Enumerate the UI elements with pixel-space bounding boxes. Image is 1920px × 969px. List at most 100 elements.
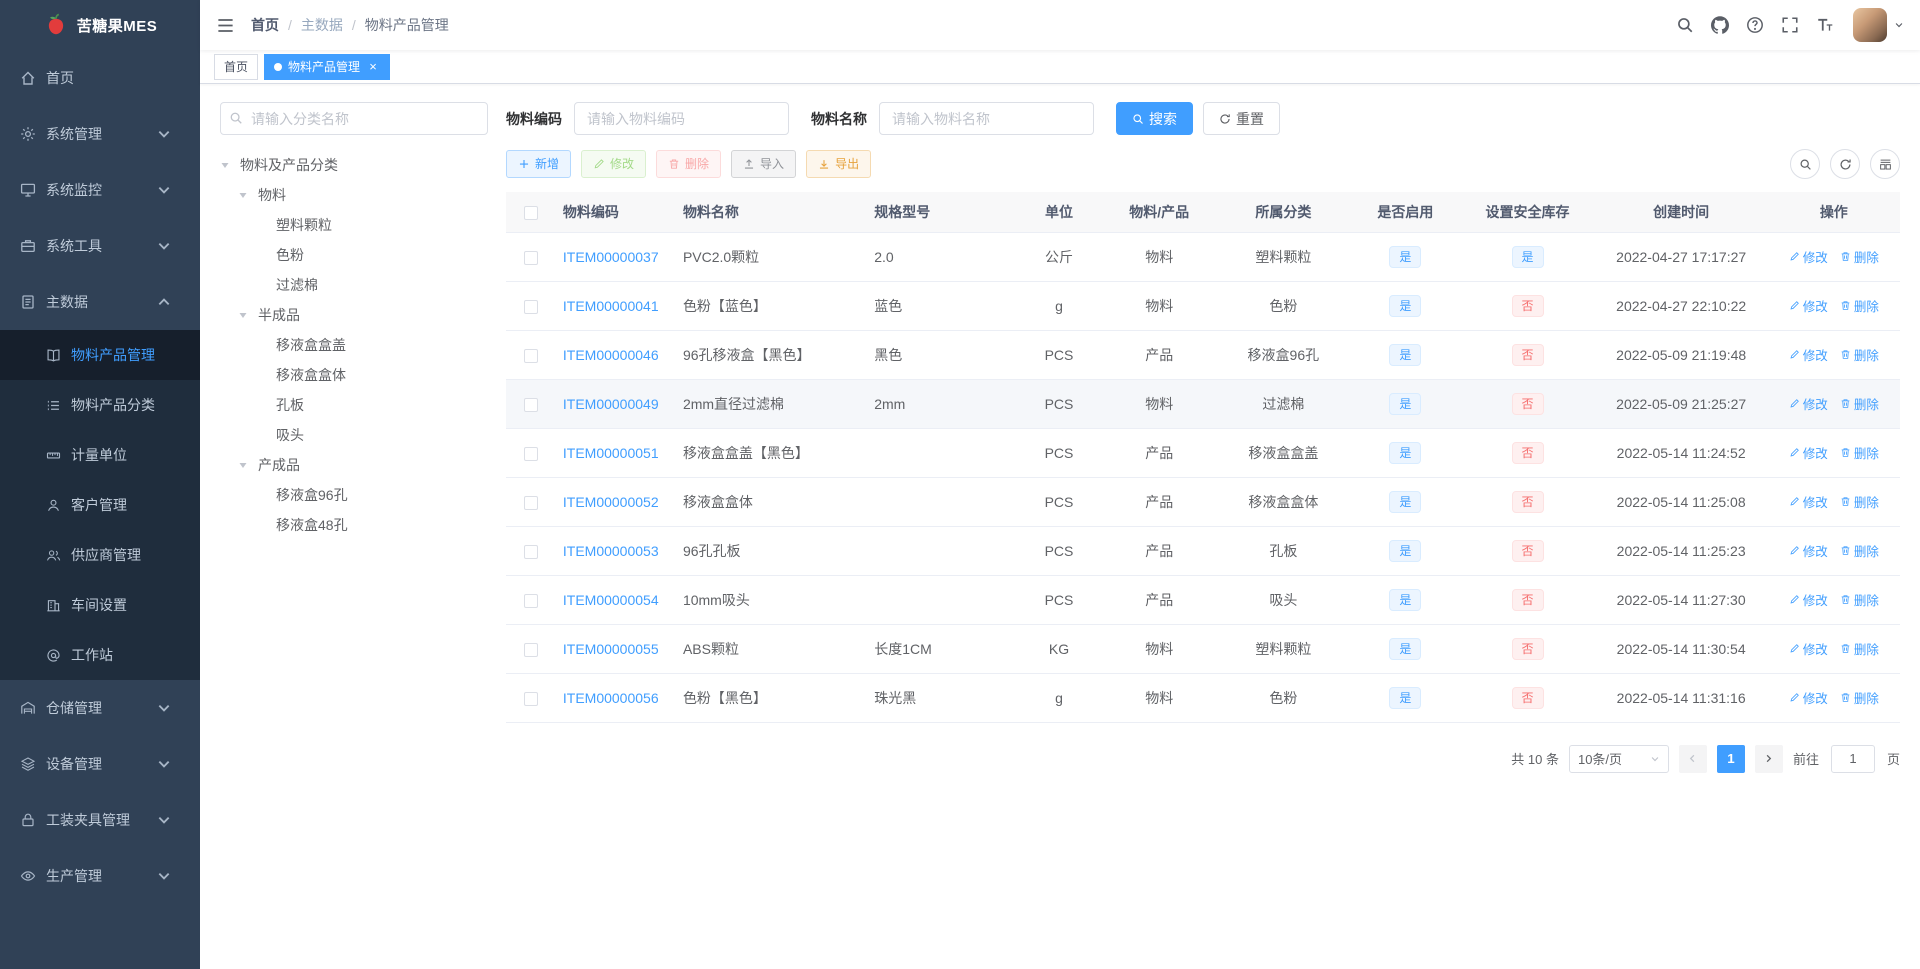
sidebar-subitem[interactable]: 物料产品分类 bbox=[0, 380, 200, 430]
enabled-badge[interactable]: 是 bbox=[1389, 588, 1422, 611]
material-code-link[interactable]: ITEM00000052 bbox=[563, 494, 659, 510]
row-edit-link[interactable]: 修改 bbox=[1789, 590, 1828, 609]
refresh-table-button[interactable] bbox=[1830, 149, 1860, 179]
safety-stock-badge[interactable]: 否 bbox=[1511, 539, 1544, 562]
import-button[interactable]: 导入 bbox=[731, 150, 797, 178]
row-edit-link[interactable]: 修改 bbox=[1789, 492, 1828, 511]
select-all-checkbox[interactable] bbox=[524, 205, 539, 220]
tree-node[interactable]: 物料 bbox=[220, 180, 488, 210]
row-delete-link[interactable]: 删除 bbox=[1840, 443, 1879, 462]
breadcrumb-item[interactable]: 主数据 bbox=[301, 15, 343, 35]
safety-stock-badge[interactable]: 否 bbox=[1511, 686, 1544, 709]
row-checkbox[interactable] bbox=[524, 348, 539, 363]
avatar[interactable] bbox=[1853, 8, 1887, 42]
breadcrumb-item[interactable]: 首页 bbox=[251, 15, 279, 35]
row-checkbox[interactable] bbox=[524, 691, 539, 706]
material-name-input[interactable] bbox=[879, 102, 1094, 135]
toggle-search-button[interactable] bbox=[1790, 149, 1820, 179]
tree-caret-icon[interactable] bbox=[238, 189, 258, 201]
safety-stock-badge[interactable]: 否 bbox=[1511, 588, 1544, 611]
sidebar-item[interactable]: 系统工具 bbox=[0, 218, 200, 274]
row-delete-link[interactable]: 删除 bbox=[1840, 394, 1879, 413]
sidebar-subitem[interactable]: 计量单位 bbox=[0, 430, 200, 480]
prev-page-button[interactable] bbox=[1678, 744, 1707, 773]
search-button[interactable]: 搜索 bbox=[1116, 102, 1193, 135]
next-page-button[interactable] bbox=[1754, 744, 1783, 773]
row-checkbox[interactable] bbox=[524, 642, 539, 657]
row-edit-link[interactable]: 修改 bbox=[1789, 345, 1828, 364]
sidebar-item[interactable]: 系统管理 bbox=[0, 106, 200, 162]
help-icon[interactable] bbox=[1746, 16, 1764, 34]
font-size-icon[interactable] bbox=[1816, 16, 1834, 34]
material-code-link[interactable]: ITEM00000056 bbox=[563, 690, 659, 706]
tree-caret-icon[interactable] bbox=[220, 159, 240, 171]
tree-node[interactable]: 移液盒盒盖 bbox=[220, 330, 488, 360]
sidebar-item[interactable]: 设备管理 bbox=[0, 736, 200, 792]
material-code-input[interactable] bbox=[574, 102, 789, 135]
safety-stock-badge[interactable]: 否 bbox=[1511, 343, 1544, 366]
row-checkbox[interactable] bbox=[524, 593, 539, 608]
row-delete-link[interactable]: 删除 bbox=[1840, 296, 1879, 315]
view-tab[interactable]: 物料产品管理 × bbox=[264, 53, 391, 80]
row-delete-link[interactable]: 删除 bbox=[1840, 492, 1879, 511]
material-code-link[interactable]: ITEM00000054 bbox=[563, 592, 659, 608]
sidebar-subitem[interactable]: 供应商管理 bbox=[0, 530, 200, 580]
row-checkbox[interactable] bbox=[524, 250, 539, 265]
tree-node[interactable]: 物料及产品分类 bbox=[220, 150, 488, 180]
enabled-badge[interactable]: 是 bbox=[1389, 343, 1422, 366]
columns-toggle-button[interactable] bbox=[1870, 149, 1900, 179]
hamburger-icon[interactable] bbox=[216, 16, 235, 35]
safety-stock-badge[interactable]: 否 bbox=[1511, 294, 1544, 317]
tree-node[interactable]: 移液盒盒体 bbox=[220, 360, 488, 390]
github-icon[interactable] bbox=[1711, 16, 1729, 34]
enabled-badge[interactable]: 是 bbox=[1389, 539, 1422, 562]
row-edit-link[interactable]: 修改 bbox=[1789, 247, 1828, 266]
row-delete-link[interactable]: 删除 bbox=[1840, 688, 1879, 707]
safety-stock-badge[interactable]: 否 bbox=[1511, 637, 1544, 660]
row-delete-link[interactable]: 删除 bbox=[1840, 345, 1879, 364]
tree-node[interactable]: 产成品 bbox=[220, 450, 488, 480]
edit-button[interactable]: 修改 bbox=[581, 150, 647, 178]
category-search-input[interactable] bbox=[220, 102, 488, 135]
row-delete-link[interactable]: 删除 bbox=[1840, 639, 1879, 658]
material-code-link[interactable]: ITEM00000041 bbox=[563, 298, 659, 314]
add-button[interactable]: 新增 bbox=[506, 150, 572, 178]
enabled-badge[interactable]: 是 bbox=[1389, 637, 1422, 660]
view-tab[interactable]: 首页 bbox=[214, 53, 259, 80]
page-size-select[interactable]: 10条/页 bbox=[1568, 744, 1669, 773]
sidebar-item[interactable]: 工装夹具管理 bbox=[0, 792, 200, 848]
tree-caret-icon[interactable] bbox=[238, 309, 258, 321]
delete-button[interactable]: 删除 bbox=[656, 150, 722, 178]
sidebar-item[interactable]: 首页 bbox=[0, 50, 200, 106]
safety-stock-badge[interactable]: 否 bbox=[1511, 392, 1544, 415]
row-checkbox[interactable] bbox=[524, 446, 539, 461]
tree-node[interactable]: 移液盒96孔 bbox=[220, 480, 488, 510]
export-button[interactable]: 导出 bbox=[806, 150, 872, 178]
safety-stock-badge[interactable]: 否 bbox=[1511, 490, 1544, 513]
tree-node[interactable]: 塑料颗粒 bbox=[220, 210, 488, 240]
row-delete-link[interactable]: 删除 bbox=[1840, 590, 1879, 609]
reset-button[interactable]: 重置 bbox=[1203, 102, 1280, 135]
search-icon[interactable] bbox=[1676, 16, 1694, 34]
sidebar-item[interactable]: 仓储管理 bbox=[0, 680, 200, 736]
close-icon[interactable]: × bbox=[366, 60, 380, 74]
safety-stock-badge[interactable]: 否 bbox=[1511, 441, 1544, 464]
sidebar-subitem[interactable]: 车间设置 bbox=[0, 580, 200, 630]
sidebar-item[interactable]: 生产管理 bbox=[0, 848, 200, 904]
row-edit-link[interactable]: 修改 bbox=[1789, 296, 1828, 315]
material-code-link[interactable]: ITEM00000051 bbox=[563, 445, 659, 461]
row-delete-link[interactable]: 删除 bbox=[1840, 247, 1879, 266]
tree-node[interactable]: 吸头 bbox=[220, 420, 488, 450]
tree-caret-icon[interactable] bbox=[238, 459, 258, 471]
sidebar-subitem[interactable]: 物料产品管理 bbox=[0, 330, 200, 380]
tree-node[interactable]: 移液盒48孔 bbox=[220, 510, 488, 540]
fullscreen-icon[interactable] bbox=[1781, 16, 1799, 34]
material-code-link[interactable]: ITEM00000049 bbox=[563, 396, 659, 412]
material-code-link[interactable]: ITEM00000037 bbox=[563, 249, 659, 265]
tree-node[interactable]: 孔板 bbox=[220, 390, 488, 420]
material-code-link[interactable]: ITEM00000055 bbox=[563, 641, 659, 657]
enabled-badge[interactable]: 是 bbox=[1389, 245, 1422, 268]
material-code-link[interactable]: ITEM00000046 bbox=[563, 347, 659, 363]
page-1-button[interactable]: 1 bbox=[1716, 744, 1745, 773]
enabled-badge[interactable]: 是 bbox=[1389, 490, 1422, 513]
